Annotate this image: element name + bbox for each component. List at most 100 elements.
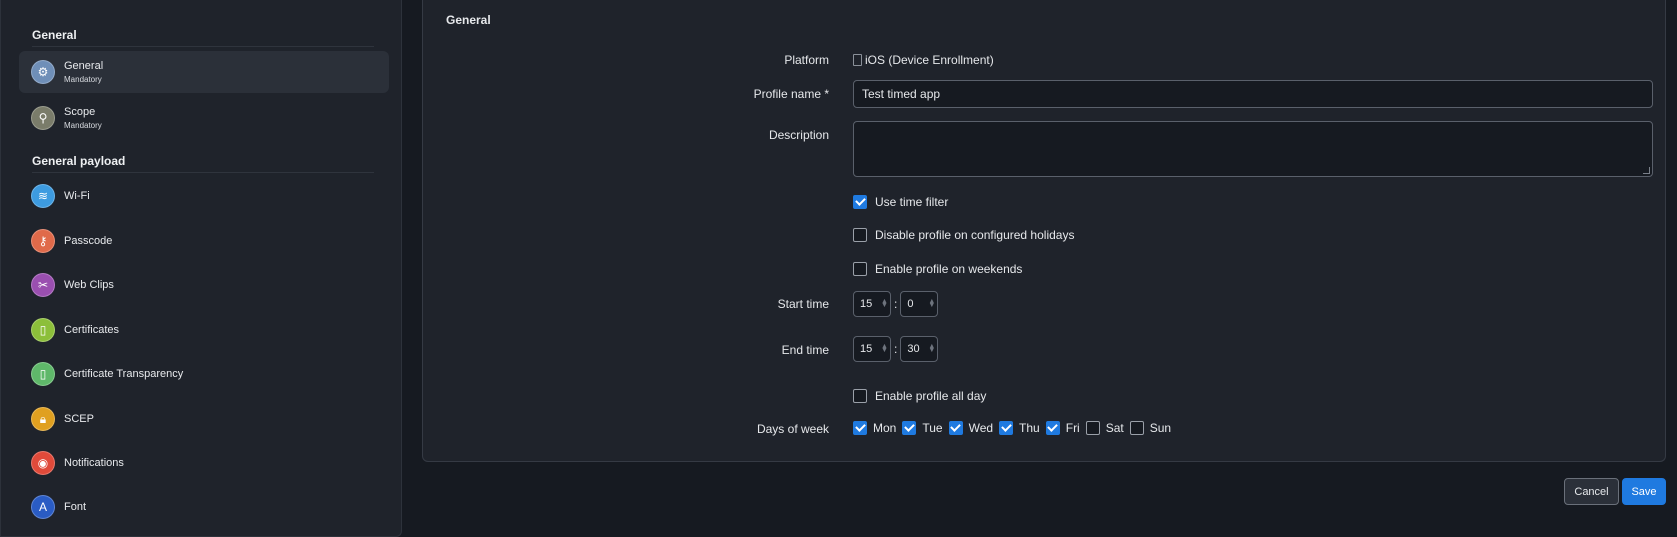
gear-icon: ⚙ [31,60,55,84]
day-label: Sat [1105,421,1124,435]
enable-weekends-checkbox[interactable] [853,262,867,276]
divider [32,172,374,173]
section-title-general: General [32,28,77,42]
day-mon[interactable]: Mon [853,421,896,435]
day-sat[interactable]: Sat [1085,421,1124,435]
all-day-row[interactable]: Enable profile all day [853,389,986,403]
sidebar-item-sub: Mandatory [64,121,102,130]
certificate-transparency-icon: ▯ [31,362,55,386]
profile-name-input[interactable]: Test timed app [853,80,1653,108]
key-search-icon: ⚲ [31,106,55,130]
general-panel: General Platform iOS (Device Enrollment)… [422,0,1666,462]
save-button[interactable]: Save [1622,478,1666,505]
sidebar-item-label: Font [64,501,87,513]
sidebar-item-label: Notifications [64,457,124,469]
sidebar-item-general[interactable]: ⚙ General Mandatory [19,51,389,93]
day-checkbox[interactable] [1129,421,1144,435]
day-checkbox[interactable] [853,421,867,435]
sidebar-item-sub: Mandatory [64,75,102,84]
panel-title: General [446,13,491,27]
sidebar-item-label: Web Clips [64,279,114,291]
platform-text: iOS (Device Enrollment) [865,53,994,67]
cancel-button[interactable]: Cancel [1564,478,1619,505]
sidebar-item-label: General [64,60,104,72]
checkbox-label: Use time filter [875,195,949,209]
sidebar-item-scope[interactable]: ⚲ Scope Mandatory [19,97,389,139]
time-separator: : [894,297,898,311]
day-label: Mon [873,421,897,435]
day-label: Tue [922,421,943,435]
sidebar-item-label: Wi-Fi [64,190,90,202]
all-day-checkbox[interactable] [853,389,867,403]
profile-name-label: Profile name * [753,87,829,101]
sidebar-item-font[interactable]: A Font [19,486,389,528]
days-of-week: Mon Tue Wed Thu Fri Sat Sun [853,421,1177,435]
sidebar-item-label: Passcode [64,235,113,247]
day-thu[interactable]: Thu [999,421,1040,435]
sidebar-item-certificate-transparency[interactable]: ▯ Certificate Transparency [19,353,389,395]
sidebar-item-certificates[interactable]: ▯ Certificates [19,309,389,351]
spinner-icon[interactable]: ▲ ▼ [881,298,888,309]
day-label: Sun [1149,421,1172,435]
start-hour-value: 15 [860,298,873,310]
checkbox-label: Enable profile all day [875,389,987,403]
start-hour-input[interactable]: 15 ▲ ▼ [853,291,891,317]
platform-value: iOS (Device Enrollment) [853,53,994,67]
description-label: Description [768,128,829,142]
scissors-icon: ✂ [31,273,55,297]
end-hour-input[interactable]: 15 ▲ ▼ [853,336,891,362]
start-time-label: Start time [777,297,829,311]
days-of-week-label: Days of week [756,422,829,436]
day-checkbox[interactable] [1085,421,1100,435]
day-checkbox[interactable] [1045,421,1060,435]
sidebar: General ⚙ General Mandatory ⚲ Scope Mandat… [0,0,402,537]
sidebar-item-web-clips[interactable]: ✂ Web Clips [19,264,389,306]
end-minute-input[interactable]: 30 ▲ ▼ [900,336,939,362]
sidebar-item-label: SCEP [64,413,94,425]
spinner-icon[interactable]: ▲ ▼ [881,343,888,354]
day-tue[interactable]: Tue [902,421,943,435]
day-sun[interactable]: Sun [1129,421,1172,435]
day-checkbox[interactable] [999,421,1014,435]
sidebar-item-wifi[interactable]: ≋ Wi-Fi [19,175,389,217]
spinner-icon[interactable]: ▲ ▼ [928,343,935,354]
day-wed[interactable]: Wed [948,421,994,435]
phone-icon [853,54,862,66]
use-time-filter-row[interactable]: Use time filter [853,195,948,209]
day-fri[interactable]: Fri [1045,421,1080,435]
sidebar-item-label: Scope [64,106,96,118]
start-minute-input[interactable]: 0 ▲ ▼ [900,291,939,317]
day-checkbox[interactable] [948,421,963,435]
sidebar-item-scep[interactable]: 🔒︎ SCEP [19,398,389,440]
platform-label: Platform [784,53,829,67]
end-minute-value: 30 [907,343,920,355]
end-hour-value: 15 [860,343,873,355]
resize-grip-icon[interactable] [1643,167,1650,174]
lock-icon: 🔒︎ [31,407,55,431]
day-label: Wed [968,421,994,435]
notification-icon: ◉ [31,451,55,475]
start-time: 15 ▲ ▼ : 0 ▲ ▼ [853,291,939,317]
end-time: 15 ▲ ▼ : 30 ▲ ▼ [853,336,939,362]
end-time-label: End time [781,343,829,357]
font-icon: A [31,495,55,519]
spinner-icon[interactable]: ▲ ▼ [928,298,935,309]
disable-holidays-checkbox[interactable] [853,228,867,242]
time-separator: : [894,342,898,356]
sidebar-item-passcode[interactable]: ⚷ Passcode [19,220,389,262]
sidebar-item-label: Certificates [64,324,120,336]
checkbox-label: Disable profile on configured holidays [875,228,1075,242]
day-checkbox[interactable] [902,421,917,435]
day-label: Fri [1065,421,1080,435]
start-minute-value: 0 [907,298,914,310]
description-input[interactable] [853,121,1653,177]
certificate-icon: ▯ [31,318,55,342]
enable-weekends-row[interactable]: Enable profile on weekends [853,262,1022,276]
day-label: Thu [1019,421,1040,435]
sidebar-item-notifications[interactable]: ◉ Notifications [19,442,389,484]
wifi-icon: ≋ [31,184,55,208]
disable-holidays-row[interactable]: Disable profile on configured holidays [853,228,1074,242]
section-title-payload: General payload [32,154,126,168]
use-time-filter-checkbox[interactable] [853,195,867,209]
sidebar-item-label: Certificate Transparency [64,368,184,380]
